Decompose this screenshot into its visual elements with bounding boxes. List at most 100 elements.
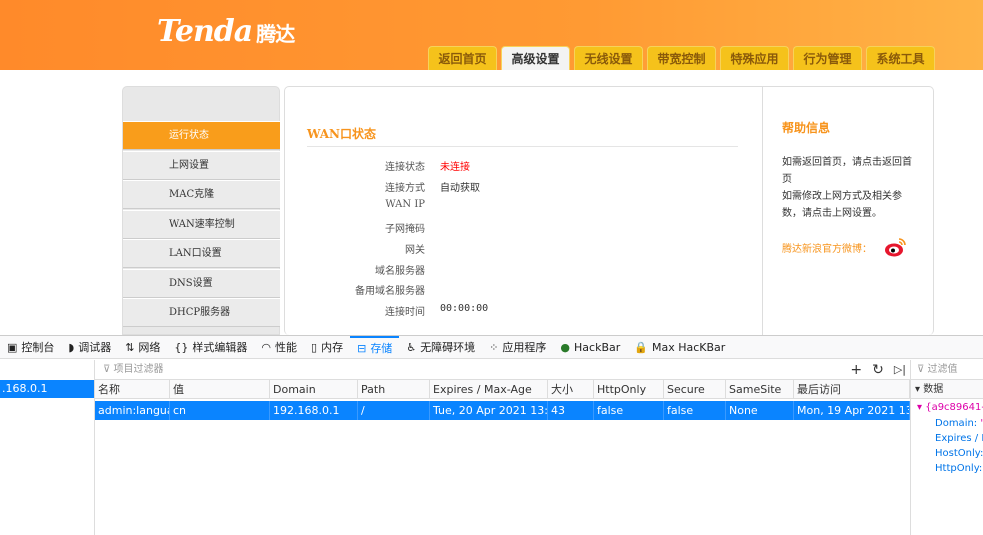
filter-input[interactable]: ⊽ 项目过滤器 + ↻ ▷| bbox=[95, 360, 910, 380]
sidebar-item[interactable]: LAN口设置 bbox=[123, 239, 280, 268]
help-text: 如需修改上网方式及相关参数，请点击上网设置。 bbox=[782, 191, 902, 219]
devtools-tab[interactable]: ⊟ 存储 bbox=[350, 335, 400, 359]
column-header[interactable]: 大小 bbox=[548, 380, 594, 398]
sidebar-item[interactable]: WAN速率控制 bbox=[123, 209, 280, 239]
info-row: 连接状态 未连接 bbox=[285, 158, 685, 178]
table-cell: false bbox=[594, 401, 664, 420]
router-header: Tenda 腾达 返回首页 高级设置 无线设置 带宽控制 特殊应用 行为管理 系统工具 bbox=[0, 0, 983, 70]
data-property: Domain: "1 bbox=[911, 416, 983, 431]
help-panel: 帮助信息 如需返回首页，请点击返回首页 如需修改上网方式及相关参数，请点击上网设置… bbox=[762, 87, 934, 336]
data-header[interactable]: ▾ 数据 bbox=[911, 380, 983, 399]
section-title: WAN口状态 bbox=[307, 127, 376, 141]
application-icon: ⁘ bbox=[489, 340, 499, 354]
devtools-tab-label: Max HacKBar bbox=[651, 340, 726, 354]
info-row: 域名服务器 bbox=[285, 262, 685, 282]
info-row: 子网掩码 bbox=[285, 220, 685, 240]
help-text: 如需返回首页，请点击返回首页 bbox=[782, 157, 912, 185]
devtools-tab-label: 无障碍环境 bbox=[420, 341, 476, 354]
nav-tab[interactable]: 无线设置 bbox=[574, 46, 643, 70]
row-value: 未连接 bbox=[440, 162, 470, 173]
property-key: HostOnly: bbox=[935, 448, 983, 459]
nav-tab[interactable]: 带宽控制 bbox=[647, 46, 716, 70]
lock-icon: 🔒 bbox=[634, 340, 648, 354]
value-filter[interactable]: ⊽ 过滤值 bbox=[911, 360, 983, 380]
column-header[interactable]: Secure bbox=[664, 380, 726, 398]
data-property: HttpOnly: f bbox=[911, 461, 983, 476]
sidebar-item[interactable]: 上网设置 bbox=[123, 150, 280, 180]
devtools-tab-label: 应用程序 bbox=[502, 341, 547, 354]
column-header[interactable]: 最后访问 bbox=[794, 380, 910, 398]
devtools-tab-label: 控制台 bbox=[21, 341, 55, 354]
storage-icon: ⊟ bbox=[357, 341, 367, 355]
info-row: 连接时间 00:00:00 bbox=[285, 303, 685, 323]
sidebar-item[interactable]: MAC克隆 bbox=[123, 180, 280, 209]
row-label: 子网掩码 bbox=[385, 224, 425, 236]
nav-tab[interactable]: 系统工具 bbox=[866, 46, 935, 70]
devtools-tab[interactable]: ⁘ 应用程序 bbox=[482, 336, 553, 359]
info-row: 网关 bbox=[285, 241, 685, 261]
info-row: 备用域名服务器 bbox=[285, 282, 685, 302]
row-label: WAN IP bbox=[385, 199, 425, 211]
console-icon: ▣ bbox=[7, 340, 18, 354]
data-key[interactable]: ▾ {a9c89641-8 bbox=[911, 399, 983, 416]
data-sidebar: ⊽ 过滤值 ▾ 数据 ▾ {a9c89641-8 Domain: "1 Expir… bbox=[910, 360, 983, 535]
devtools-tab[interactable]: 🔒 Max HacKBar bbox=[627, 336, 732, 359]
devtools-tab-label: 调试器 bbox=[78, 341, 112, 354]
property-key: Expires / M bbox=[935, 433, 983, 444]
table-cell: false bbox=[664, 401, 726, 420]
devtools-tab-label: HackBar bbox=[574, 340, 621, 354]
weibo-icon[interactable] bbox=[884, 236, 908, 258]
column-header[interactable]: Path bbox=[358, 380, 430, 398]
table-cell: / bbox=[358, 401, 430, 420]
nav-tab[interactable]: 返回首页 bbox=[428, 46, 497, 70]
devtools-tab[interactable]: ▯ 内存 bbox=[304, 336, 350, 359]
property-key: Domain: bbox=[935, 418, 978, 429]
row-label: 域名服务器 bbox=[375, 265, 425, 277]
sidebar-item[interactable]: DNS设置 bbox=[123, 268, 280, 298]
nav-tab[interactable]: 特殊应用 bbox=[720, 46, 789, 70]
column-header[interactable]: Expires / Max-Age bbox=[430, 380, 548, 398]
devtools-tab[interactable]: ● HackBar bbox=[553, 336, 627, 359]
column-header[interactable]: HttpOnly bbox=[594, 380, 664, 398]
devtools-tab[interactable]: ♿ 无障碍环境 bbox=[399, 336, 482, 359]
sidebar-item[interactable]: 运行状态 bbox=[123, 121, 280, 150]
devtools-tab-label: 内存 bbox=[321, 341, 344, 354]
table-cell: 192.168.0.1 bbox=[270, 401, 358, 420]
devtools-tab[interactable]: ⇅ 网络 bbox=[118, 336, 167, 359]
row-label: 连接时间 bbox=[385, 306, 425, 318]
nav-tab[interactable]: 高级设置 bbox=[501, 46, 570, 70]
row-label: 备用域名服务器 bbox=[355, 286, 425, 298]
storage-tree: .168.0.1 bbox=[0, 360, 95, 535]
table-cell: 43 bbox=[548, 401, 594, 420]
sidebar-toggle-icon[interactable]: ▷| bbox=[894, 360, 906, 380]
devtools-tab-label: 性能 bbox=[275, 341, 298, 354]
devtools-tab[interactable]: ◠ 性能 bbox=[254, 336, 304, 359]
add-icon[interactable]: + bbox=[850, 360, 862, 380]
host-item[interactable]: .168.0.1 bbox=[0, 380, 94, 398]
devtools-tab[interactable]: {} 样式编辑器 bbox=[167, 336, 254, 359]
row-value: 00:00:00 bbox=[440, 302, 489, 314]
devtools: ▣ 控制台 ◗ 调试器 ⇅ 网络{} 样式编辑器 ◠ 性能 ▯ 内存 ⊟ 存储 ♿ 无障碍环境 ⁘ 应用程序 ● H… bbox=[0, 335, 983, 535]
table-cell: admin:langua... bbox=[95, 401, 170, 420]
main-nav: 返回首页 高级设置 无线设置 带宽控制 特殊应用 行为管理 系统工具 bbox=[428, 46, 935, 70]
refresh-icon[interactable]: ↻ bbox=[872, 360, 884, 380]
row-value: 自动获取 bbox=[440, 182, 480, 194]
performance-icon: ◠ bbox=[261, 340, 272, 354]
style-editor-icon: {} bbox=[174, 340, 189, 354]
sidebar-item[interactable]: DHCP服务器 bbox=[123, 298, 280, 327]
table-cell: Tue, 20 Apr 2021 13:19... bbox=[430, 401, 548, 420]
column-header[interactable]: Domain bbox=[270, 380, 358, 398]
devtools-tab-label: 样式编辑器 bbox=[192, 341, 248, 354]
row-label: 网关 bbox=[405, 244, 425, 256]
nav-tab[interactable]: 行为管理 bbox=[793, 46, 862, 70]
data-property: HostOnly: t bbox=[911, 446, 983, 461]
devtools-tab[interactable]: ▣ 控制台 bbox=[0, 336, 61, 359]
debugger-icon: ◗ bbox=[68, 340, 75, 354]
property-key: HttpOnly: bbox=[935, 463, 983, 474]
content-panel: WAN口状态 连接状态 未连接 连接方式 自动获取 WAN IP 子网掩码 网关 域名服务器备… bbox=[284, 86, 934, 336]
column-header[interactable]: 名称 bbox=[95, 380, 170, 398]
table-row[interactable]: admin:langua...cn192.168.0.1/Tue, 20 Apr… bbox=[95, 401, 910, 420]
column-header[interactable]: 值 bbox=[170, 380, 270, 398]
devtools-tab[interactable]: ◗ 调试器 bbox=[61, 336, 118, 359]
column-header[interactable]: SameSite bbox=[726, 380, 794, 398]
